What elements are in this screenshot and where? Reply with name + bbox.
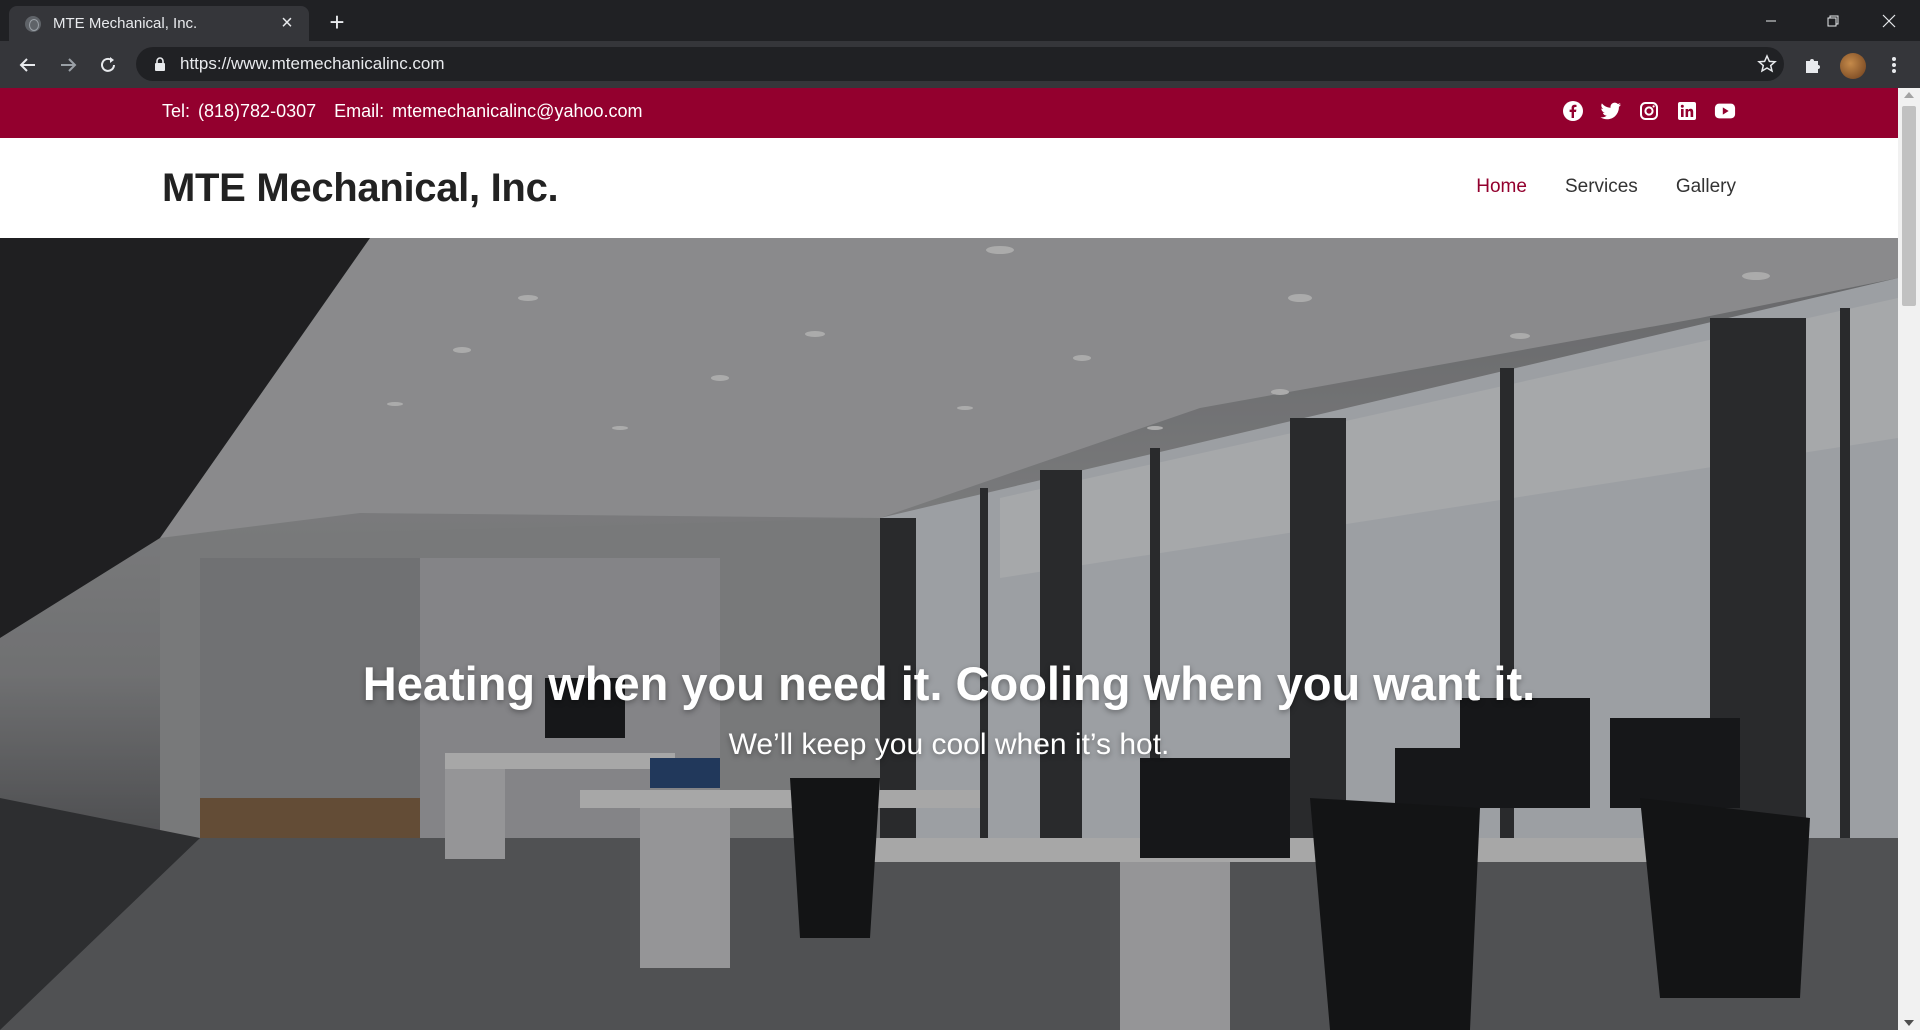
- instagram-icon[interactable]: [1638, 100, 1660, 122]
- new-tab-button[interactable]: +: [322, 8, 352, 38]
- back-button[interactable]: [14, 51, 42, 79]
- hero-section: Heating when you need it. Cooling when y…: [0, 238, 1898, 1030]
- minimize-button[interactable]: [1748, 0, 1794, 41]
- globe-icon: [25, 15, 41, 32]
- facebook-icon[interactable]: [1562, 100, 1584, 122]
- linkedin-icon[interactable]: [1676, 100, 1698, 122]
- reload-icon: [101, 57, 115, 72]
- browser-toolbar: https://www.mtemechanicalinc.com: [0, 41, 1920, 88]
- minimize-icon: [1766, 20, 1776, 21]
- hero-title: Heating when you need it. Cooling when y…: [362, 657, 1536, 710]
- site-header: MTE Mechanical, Inc. Home Services Galle…: [0, 138, 1898, 238]
- twitter-icon[interactable]: [1600, 100, 1622, 122]
- tel-link[interactable]: (818)782-0307: [198, 101, 316, 122]
- extensions-puzzle-icon[interactable]: [1798, 51, 1826, 79]
- scroll-up-arrow-icon[interactable]: [1904, 92, 1914, 98]
- nav-services[interactable]: Services: [1565, 176, 1638, 198]
- browser-menu-icon[interactable]: [1880, 51, 1908, 79]
- scrollbar-thumb[interactable]: [1902, 106, 1916, 306]
- email-link[interactable]: mtemechanicalinc@yahoo.com: [392, 101, 642, 122]
- contact-info: Tel: (818)782-0307 Email: mtemechanicali…: [162, 101, 643, 122]
- url-text[interactable]: https://www.mtemechanicalinc.com: [180, 54, 1750, 74]
- nav-gallery[interactable]: Gallery: [1676, 176, 1736, 198]
- hero-subtitle: We’ll keep you cool when it’s hot.: [728, 728, 1170, 761]
- browser-tab[interactable]: MTE Mechanical, Inc. ×: [9, 6, 309, 41]
- back-arrow-icon: [19, 58, 35, 72]
- contact-topbar: Tel: (818)782-0307 Email: mtemechanicali…: [0, 88, 1898, 138]
- forward-arrow-icon: [61, 58, 77, 72]
- page-viewport: Tel: (818)782-0307 Email: mtemechanicali…: [0, 88, 1898, 1030]
- tel-label: Tel:: [162, 101, 191, 121]
- lock-icon: [150, 57, 170, 71]
- tab-title: MTE Mechanical, Inc.: [53, 15, 198, 32]
- hero-overlay: [0, 238, 1898, 1030]
- browser-tabbar: MTE Mechanical, Inc. × +: [0, 0, 1920, 41]
- page-scrollbar[interactable]: [1898, 88, 1920, 1030]
- profile-avatar[interactable]: [1840, 53, 1866, 79]
- tab-close-icon[interactable]: ×: [277, 12, 297, 35]
- bookmark-star-icon[interactable]: [1750, 47, 1784, 81]
- site-logo-text[interactable]: MTE Mechanical, Inc.: [162, 166, 559, 211]
- reload-button[interactable]: [94, 51, 122, 79]
- restore-button[interactable]: [1810, 0, 1856, 41]
- social-links: [1562, 100, 1736, 122]
- forward-button[interactable]: [54, 51, 82, 79]
- address-bar[interactable]: https://www.mtemechanicalinc.com: [136, 47, 1784, 81]
- scroll-down-arrow-icon[interactable]: [1904, 1020, 1914, 1026]
- close-icon: [1882, 14, 1896, 27]
- nav-home[interactable]: Home: [1476, 176, 1527, 198]
- youtube-icon[interactable]: [1714, 100, 1736, 122]
- email-label: Email:: [334, 101, 385, 121]
- restore-icon: [1827, 15, 1839, 26]
- close-window-button[interactable]: [1866, 0, 1912, 41]
- main-nav: Home Services Gallery: [1476, 176, 1736, 198]
